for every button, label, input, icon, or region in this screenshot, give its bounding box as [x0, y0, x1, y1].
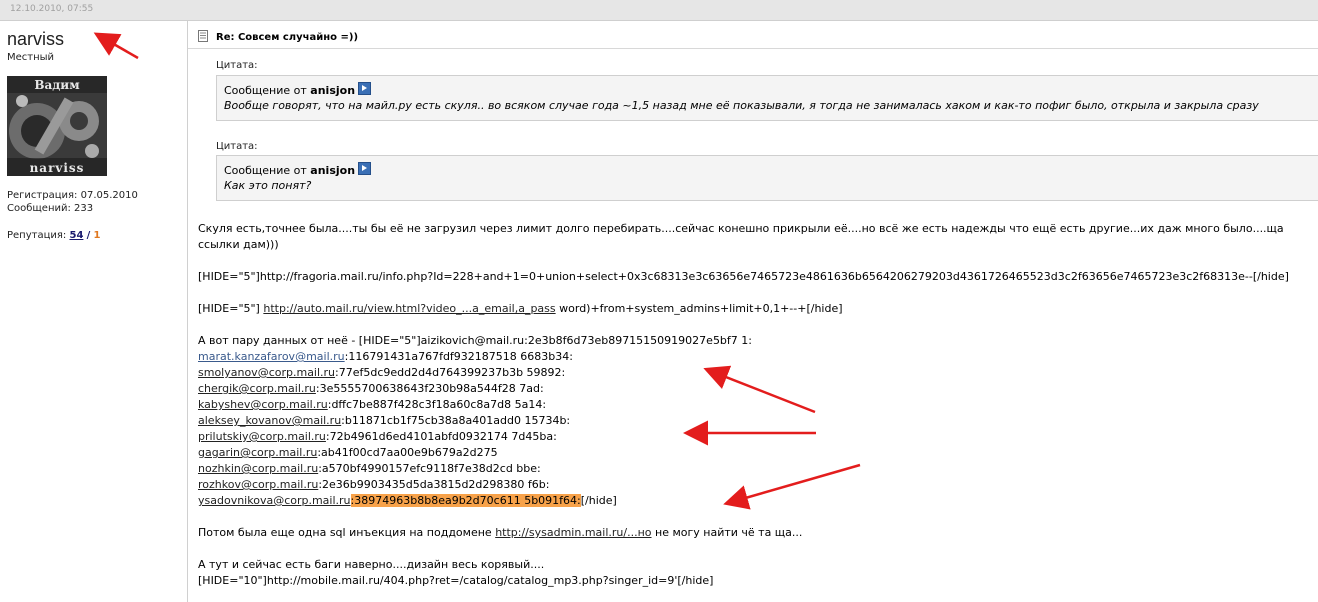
- annotation-arrows: [93, 32, 861, 510]
- arrow-to-hash: [723, 463, 861, 510]
- arrow-to-emails: [703, 365, 816, 414]
- arrow-to-username: [93, 32, 139, 60]
